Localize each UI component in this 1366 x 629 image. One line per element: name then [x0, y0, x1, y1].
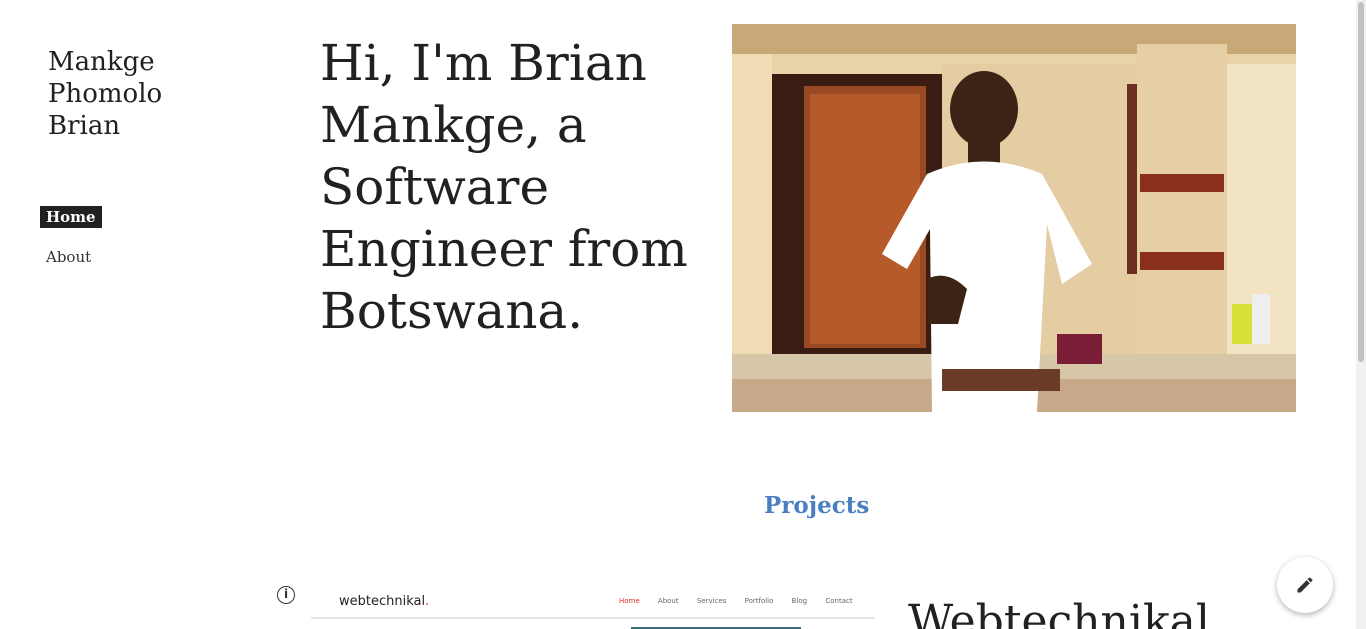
hero-photo: [732, 24, 1296, 412]
scrollbar-thumb[interactable]: [1358, 2, 1364, 362]
preview-links: Home About Services Portfolio Blog Conta…: [619, 597, 869, 605]
preview-link-services: Services: [696, 597, 727, 605]
site-navigation: Home About: [40, 206, 102, 266]
site-title-line: Brian: [48, 111, 121, 141]
hero-headline: Hi, I'm Brian Mankge, a Software Enginee…: [320, 34, 688, 340]
info-icon[interactable]: i: [277, 586, 295, 604]
preview-link-home: Home: [619, 597, 640, 605]
project-preview-image[interactable]: webtechnikal. Home About Services Portfo…: [311, 585, 875, 629]
site-title[interactable]: Mankge Phomolo Brian: [48, 46, 248, 142]
person-portrait-photo: [732, 24, 1296, 412]
site-title-line: Phomolo: [48, 79, 163, 109]
pencil-icon: [1297, 577, 1313, 593]
preview-navbar: webtechnikal. Home About Services Portfo…: [311, 585, 875, 619]
preview-brand: webtechnikal.: [339, 594, 429, 609]
nav-item-about[interactable]: About: [40, 246, 97, 268]
preview-link-about: About: [657, 597, 679, 605]
nav-item-home[interactable]: Home: [40, 206, 102, 228]
site-title-line: Mankge: [48, 47, 155, 77]
preview-link-portfolio: Portfolio: [744, 597, 774, 605]
preview-link-contact: Contact: [825, 597, 853, 605]
project-title[interactable]: Webtechnikal: [908, 596, 1210, 629]
preview-brand-text: webtechnikal: [339, 594, 426, 609]
page-scrollbar[interactable]: [1356, 0, 1366, 629]
preview-link-blog: Blog: [791, 597, 808, 605]
projects-heading[interactable]: Projects: [764, 492, 869, 519]
preview-brand-dot: .: [425, 594, 430, 609]
edit-button[interactable]: [1277, 557, 1333, 613]
